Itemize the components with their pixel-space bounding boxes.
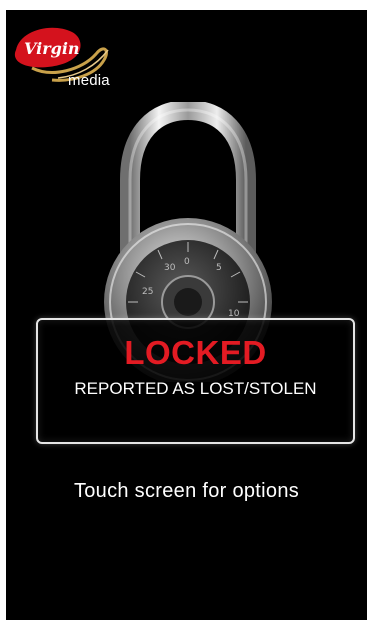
svg-text:0: 0 xyxy=(184,257,190,267)
lock-screen[interactable]: Virgin media 30 0 5 25 10 LOCKED REPORTE… xyxy=(6,10,367,620)
svg-text:5: 5 xyxy=(216,263,222,273)
svg-text:25: 25 xyxy=(142,287,153,297)
locked-subtitle: REPORTED AS LOST/STOLEN xyxy=(74,379,317,398)
svg-text:Virgin: Virgin xyxy=(24,39,80,58)
locked-status-panel: LOCKED REPORTED AS LOST/STOLEN xyxy=(36,318,355,444)
logo-media-word: media xyxy=(68,72,110,89)
svg-text:30: 30 xyxy=(164,263,176,273)
touch-for-options-prompt[interactable]: Touch screen for options xyxy=(6,480,367,503)
virgin-media-logo: Virgin media xyxy=(12,20,122,92)
locked-title: LOCKED xyxy=(124,334,267,371)
